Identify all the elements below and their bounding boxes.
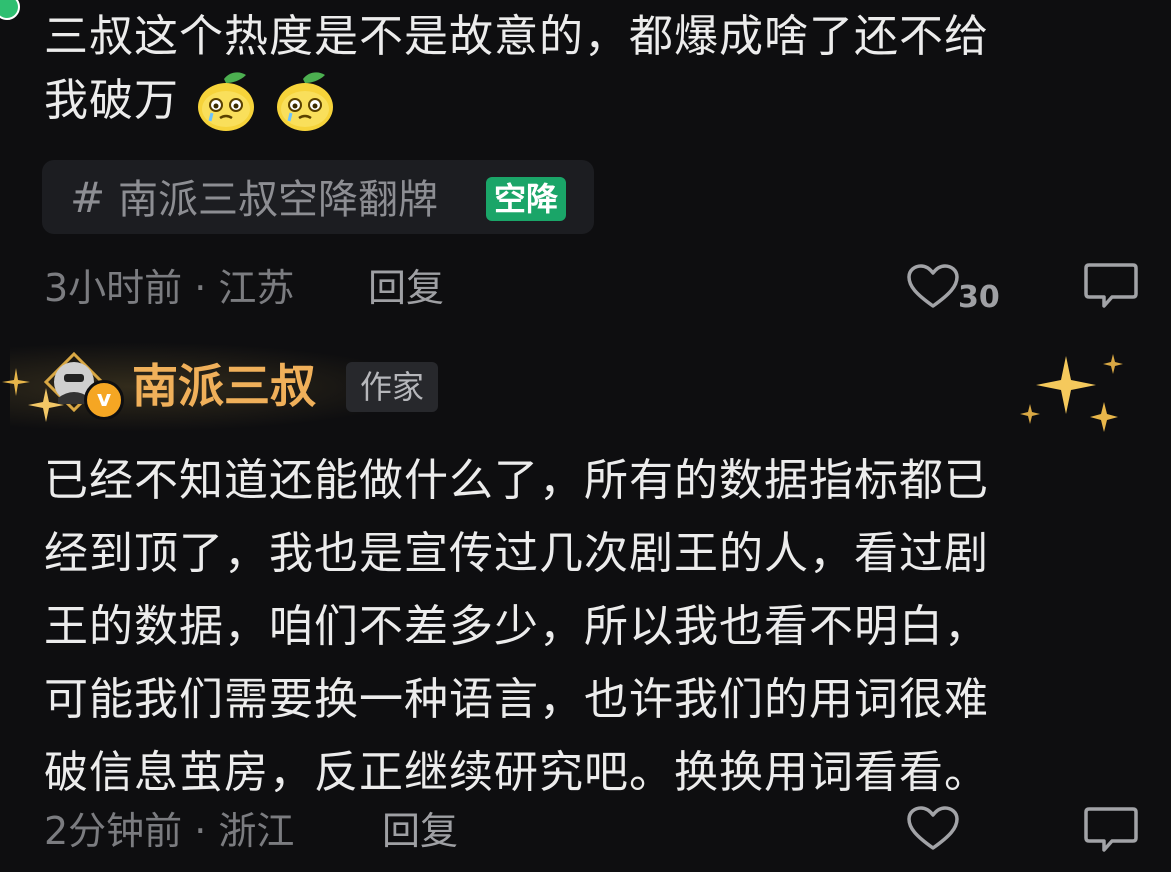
reply-body: 已经不知道还能做什么了，所有的数据指标都已 经到顶了，我也是宣传过几次剧王的人，… — [44, 444, 1154, 809]
comment-bubble-icon[interactable] — [1082, 262, 1140, 316]
comment-body: 三叔这个热度是不是故意的，都爆成啥了还不给 我破万 — [44, 6, 1154, 140]
comment-time-location: 3小时前 · 江苏 — [44, 266, 295, 310]
crying-lemon-icon — [273, 69, 337, 133]
reply-line: 可能我们需要换一种语言，也许我们的用词很难 — [44, 674, 989, 725]
comment-line-2: 我破万 — [44, 75, 179, 126]
hashtag-icon: # — [70, 173, 106, 222]
reply-line: 王的数据，咱们不差多少，所以我也看不明白， — [44, 601, 989, 652]
topic-label: 南派三叔空降翻牌 — [118, 177, 438, 223]
heart-icon — [906, 264, 960, 314]
reply-line: 已经不知道还能做什么了，所有的数据指标都已 — [44, 455, 989, 506]
topic-badge: 空降 — [486, 177, 567, 221]
comment-bubble-icon[interactable] — [1082, 806, 1140, 860]
reply-time-location: 2分钟前 · 浙江 — [44, 809, 295, 853]
like-button[interactable]: 30 — [906, 262, 1006, 315]
like-count: 30 — [958, 280, 1000, 315]
author-role-badge: 作家 — [346, 362, 439, 412]
online-indicator — [0, 0, 20, 20]
sparkle-icon — [1018, 352, 1128, 440]
comment-line-1: 三叔这个热度是不是故意的，都爆成啥了还不给 — [44, 11, 989, 62]
heart-icon[interactable] — [906, 806, 960, 856]
reply-line: 破信息茧房，反正继续研究吧。换换用词看看。 — [44, 747, 989, 798]
reply-line: 经到顶了，我也是宣传过几次剧王的人，看过剧 — [44, 528, 989, 579]
reply-button[interactable]: 回复 — [368, 263, 444, 313]
crying-lemon-icon — [194, 69, 258, 133]
author-name[interactable]: 南派三叔 — [132, 356, 316, 416]
reply-button[interactable]: 回复 — [382, 806, 458, 856]
verified-badge: v — [84, 380, 124, 420]
